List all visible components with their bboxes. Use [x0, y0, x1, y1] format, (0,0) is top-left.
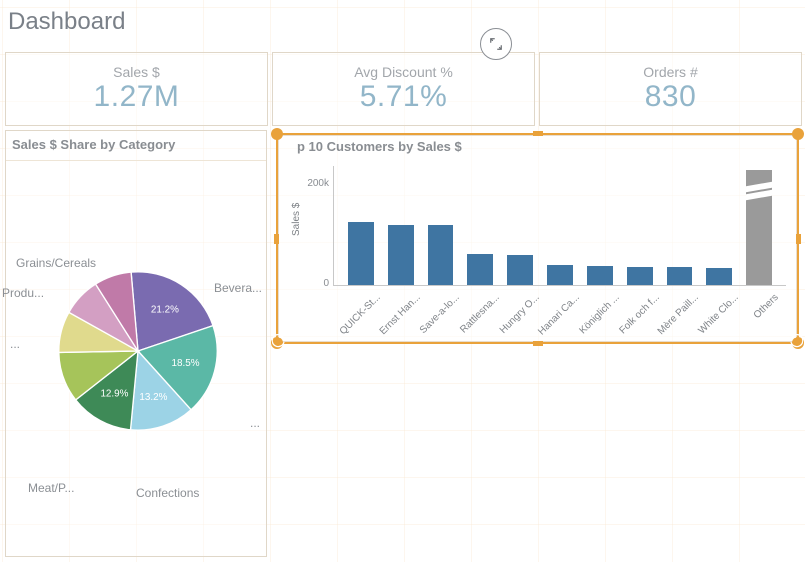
pie-slice-pct: 13.2% [139, 392, 167, 403]
bar[interactable] [547, 265, 573, 285]
pie-ext-label: Grains/Cereals [16, 256, 96, 270]
y-axis-label: Sales $ [291, 203, 302, 236]
y-tick: 0 [299, 278, 329, 289]
kpi-value: 830 [645, 80, 697, 114]
pie-chart: 21.2% 18.5% 13.2% 12.9% [48, 261, 228, 441]
pie-slice-pct: 12.9% [100, 389, 128, 400]
kpi-value: 1.27M [94, 80, 180, 114]
kpi-card-orders[interactable]: Orders # 830 [539, 52, 802, 126]
pie-slice-pct: 21.2% [151, 305, 179, 316]
bar-panel: p 10 Customers by Sales $ Sales $ 0 200k… [278, 135, 797, 342]
bar[interactable] [746, 170, 772, 285]
kpi-value: 5.71% [360, 80, 448, 114]
bar[interactable] [706, 268, 732, 285]
pie-panel[interactable]: Sales $ Share by Category 21.2% 18.5% 13.2… [5, 130, 267, 557]
bar[interactable] [587, 266, 613, 285]
bar[interactable] [507, 255, 533, 285]
bar[interactable] [388, 225, 414, 285]
pie-area: 21.2% 18.5% 13.2% 12.9% Bevera... ... Confe… [6, 161, 266, 531]
kpi-row: Sales $ 1.27M Avg Discount % 5.71% Order… [5, 52, 802, 126]
bar-plot [333, 166, 786, 286]
kpi-card-discount[interactable]: Avg Discount % 5.71% [272, 52, 535, 126]
pie-ext-label: ... [10, 337, 20, 351]
pie-slice-pct: 18.5% [172, 358, 200, 369]
bar[interactable] [667, 267, 693, 285]
bar[interactable] [467, 254, 493, 285]
y-tick: 200k [299, 178, 329, 189]
pie-ext-label: Bevera... [214, 281, 262, 295]
pie-panel-title: Sales $ Share by Category [6, 131, 266, 161]
bar-chart: Sales $ 0 200k QUICK-St...Ernst Han...Sa… [297, 158, 790, 335]
pie-ext-label: Confections [136, 486, 199, 500]
kpi-title: Sales $ [113, 64, 160, 80]
expand-button[interactable] [480, 28, 512, 60]
pie-ext-label: Meat/P... [28, 481, 74, 495]
bar-panel-title: p 10 Customers by Sales $ [297, 139, 462, 154]
bar[interactable] [348, 222, 374, 285]
bar[interactable] [428, 225, 454, 285]
kpi-card-sales[interactable]: Sales $ 1.27M [5, 52, 268, 126]
bar-panel-wrapper[interactable]: p 10 Customers by Sales $ Sales $ 0 200k… [273, 130, 802, 347]
kpi-title: Orders # [643, 64, 697, 80]
kpi-title: Avg Discount % [354, 64, 453, 80]
pie-ext-label: Produ... [2, 286, 44, 300]
pie-ext-label: ... [250, 416, 260, 430]
bar[interactable] [627, 267, 653, 285]
expand-icon [489, 37, 503, 51]
page-title: Dashboard [8, 8, 125, 36]
